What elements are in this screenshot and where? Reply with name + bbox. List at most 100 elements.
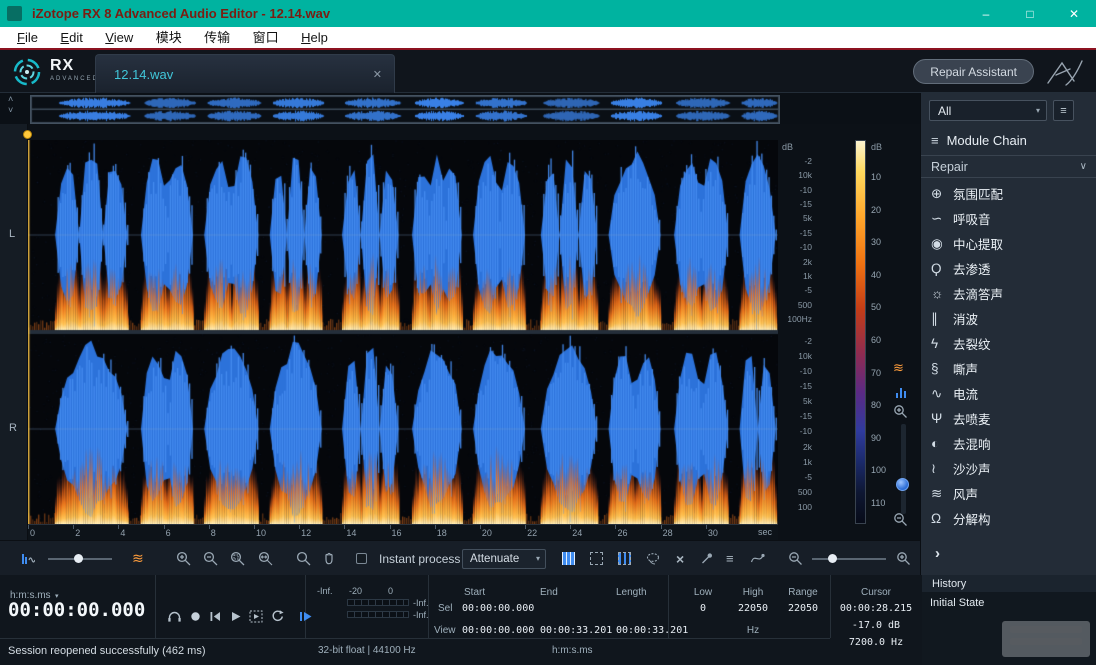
panel-expand-chevron-icon[interactable]: ›	[935, 545, 940, 562]
module-filter-select[interactable]: All ▾	[929, 100, 1047, 121]
magic-wand-tool[interactable]: ×	[676, 541, 684, 576]
playhead-time-display[interactable]: 00:00:00.000	[8, 599, 145, 621]
module-list-item[interactable]: Ω 分解构	[921, 506, 1096, 531]
menu-item[interactable]: 模块	[147, 27, 191, 48]
freq-low-value[interactable]: 0	[680, 603, 726, 614]
module-list-item[interactable]: ◐ 去混响	[921, 431, 1096, 456]
tab-close-icon[interactable]: ✕	[373, 68, 382, 81]
view-length-value[interactable]: 00:00:33.201	[616, 625, 688, 636]
time-tick: 10	[254, 525, 299, 540]
module-list-item[interactable]: Ψ 去喷麦	[921, 406, 1096, 431]
zoom-in-icon[interactable]	[176, 541, 192, 576]
time-selection-tool[interactable]	[562, 541, 575, 576]
brush-tool[interactable]	[700, 541, 715, 576]
module-list-item[interactable]: ◉ 中心提取	[921, 231, 1096, 256]
punch-play-icon[interactable]	[299, 610, 313, 623]
repair-assistant-button[interactable]: Repair Assistant	[913, 59, 1034, 84]
hand-tool-icon[interactable]	[322, 541, 337, 576]
menu-item[interactable]: Help	[292, 27, 337, 48]
lasso-selection-tool[interactable]	[646, 541, 662, 576]
module-panel: All ▾ ≡ ≡ Module Chain Repair ∨ ⊕ 氛围匹配 ∽…	[920, 93, 1096, 575]
panel-menu-button[interactable]: ≡	[1053, 100, 1074, 121]
menu-item[interactable]: File	[8, 27, 47, 48]
colorbar-tick-label: 110	[871, 498, 886, 508]
view-start-value[interactable]: 00:00:00.000	[462, 625, 534, 636]
zoom-in-vertical-icon[interactable]	[893, 404, 908, 419]
play-button-icon[interactable]	[229, 610, 242, 623]
de-rustle-icon: ≀	[931, 461, 953, 477]
menu-item[interactable]: Edit	[51, 27, 91, 48]
center-extract-icon: ◉	[931, 236, 953, 252]
monitor-headphones-icon[interactable]	[167, 610, 182, 623]
module-list-item[interactable]: ∿ 电流	[921, 381, 1096, 406]
de-click-icon: ☼	[931, 286, 953, 301]
repair-section-header[interactable]: Repair ∨	[921, 155, 1096, 178]
overview-waveform-canvas[interactable]	[30, 95, 780, 124]
minimize-button[interactable]: –	[964, 0, 1008, 27]
module-label: 中心提取	[953, 234, 1003, 253]
wave-spectro-balance-icon[interactable]	[20, 541, 35, 576]
curve-tool[interactable]	[750, 541, 766, 576]
module-label: 氛围匹配	[953, 184, 1003, 203]
module-list-item[interactable]: Ϙ 去渗透	[921, 256, 1096, 281]
horizontal-zoom-slider[interactable]	[812, 541, 886, 576]
zoom-selection-icon[interactable]	[230, 541, 246, 576]
history-list: Initial State	[922, 597, 1096, 609]
history-item[interactable]: Initial State	[930, 597, 1096, 609]
module-list-item[interactable]: § 嘶声	[921, 356, 1096, 381]
menu-item[interactable]: 窗口	[244, 27, 288, 48]
spectrogram-canvas[interactable]	[28, 140, 778, 524]
zoom-out-vertical-icon[interactable]	[893, 512, 908, 527]
time-ruler[interactable]: 0 2 4 6 8 10 12	[28, 524, 778, 540]
tab-file[interactable]: 12.14.wav ✕	[95, 54, 395, 93]
cursor-freq-value: 7200.0 Hz	[832, 637, 920, 648]
waveform-spectrogram-toggle-icon[interactable]	[896, 388, 906, 398]
freq-high-value[interactable]: 22050	[730, 603, 776, 614]
module-list-item[interactable]: ϟ 去裂纹	[921, 331, 1096, 356]
vertical-scrollbar[interactable]	[901, 424, 906, 514]
module-list-item[interactable]: ∥ 消波	[921, 306, 1096, 331]
zoom-fit-icon[interactable]	[258, 541, 274, 576]
process-mode-select[interactable]: Attenuate▾	[462, 541, 546, 576]
time-frequency-selection-tool[interactable]	[590, 541, 603, 576]
zoom-out-icon[interactable]	[203, 541, 219, 576]
vertical-scrollbar-thumb[interactable]	[896, 478, 909, 491]
playhead-handle[interactable]	[23, 130, 32, 139]
module-chain-item[interactable]: ≡ Module Chain	[921, 127, 1096, 153]
skip-to-start-icon[interactable]	[209, 610, 222, 623]
sel-start-value[interactable]: 00:00:00.000	[462, 603, 534, 614]
freq-ruler-right-channel[interactable]: -210k-10-155k-15-102k1k-5500100	[778, 336, 812, 512]
freq-range-value[interactable]: 22050	[780, 603, 826, 614]
colorbar-tick-label: 90	[871, 433, 886, 443]
frequency-selection-tool[interactable]	[618, 541, 631, 576]
menu-item[interactable]: View	[96, 27, 142, 48]
record-button-icon[interactable]	[189, 610, 202, 623]
module-list-item[interactable]: ∽ 呼吸音	[921, 206, 1096, 231]
magnifier-icon[interactable]	[296, 541, 312, 576]
spectrogram-settings-icon[interactable]: ≋	[132, 541, 144, 576]
maximize-button[interactable]: □	[1008, 0, 1052, 27]
harmonics-selection-tool[interactable]: ≡	[726, 541, 734, 576]
spectrogram-settings-icon[interactable]: ≋	[893, 360, 904, 376]
module-list-item[interactable]: ≋ 风声	[921, 481, 1096, 506]
spectrogram-colorbar[interactable]	[855, 140, 866, 524]
time-tick: 16	[390, 525, 435, 540]
play-selection-icon[interactable]	[249, 610, 263, 623]
time-tick: 0	[28, 525, 73, 540]
time-unit: sec	[758, 527, 772, 537]
module-list-item[interactable]: ⊕ 氛围匹配	[921, 181, 1096, 206]
instant-process-checkbox[interactable]	[356, 541, 367, 576]
collapse-overview-icon[interactable]: ˄˅	[8, 94, 13, 116]
cursor-time-value: 00:00:28.215	[832, 603, 920, 614]
loop-button-icon[interactable]	[270, 609, 284, 623]
horizontal-zoom-out-icon[interactable]	[788, 541, 803, 576]
module-list-item[interactable]: ≀ 沙沙声	[921, 456, 1096, 481]
close-button[interactable]: ✕	[1052, 0, 1096, 27]
menu-item[interactable]: 传输	[195, 27, 239, 48]
module-list-item[interactable]: ☼ 去滴答声	[921, 281, 1096, 306]
balance-slider[interactable]	[48, 541, 112, 576]
horizontal-zoom-in-icon[interactable]	[896, 541, 911, 576]
freq-ruler-left-channel[interactable]: -210k-10-155k-15-102k1k-5500100Hz	[778, 156, 812, 324]
toolbar: ≋ Instant process Attenuate▾ ×	[0, 540, 920, 575]
view-end-value[interactable]: 00:00:33.201	[540, 625, 612, 636]
